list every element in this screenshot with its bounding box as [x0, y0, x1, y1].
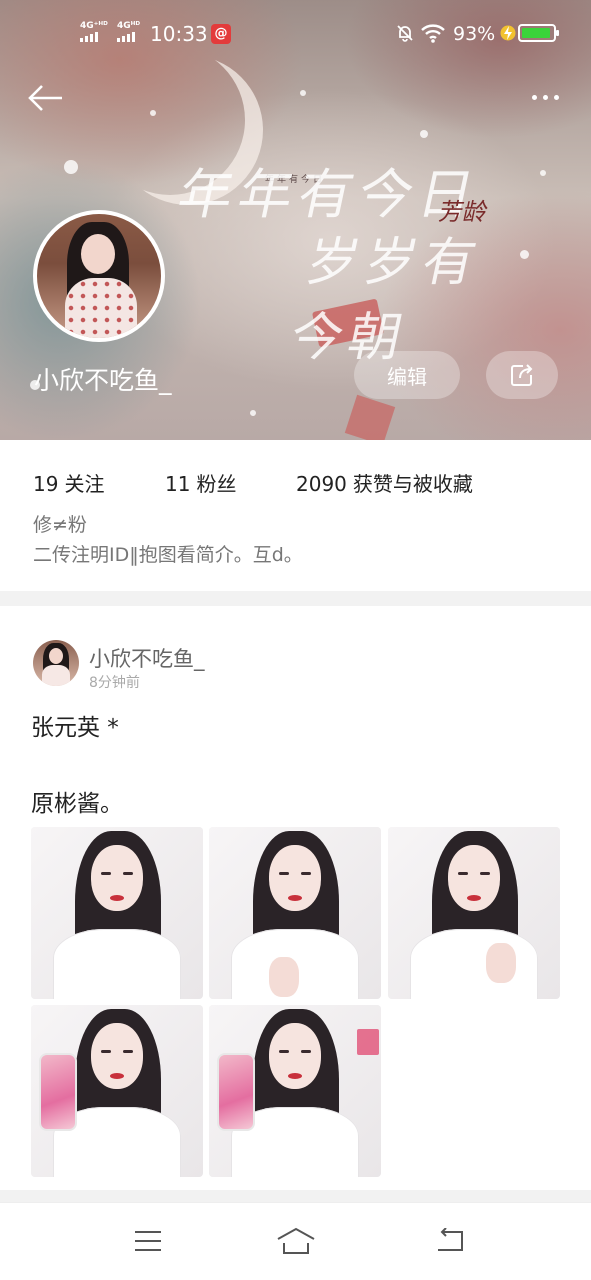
- post-photo[interactable]: [209, 1005, 381, 1177]
- likes-collections-count[interactable]: 2090 获赞与被收藏: [296, 468, 473, 497]
- post-photo[interactable]: [31, 827, 203, 999]
- app-notification-icon: @: [211, 24, 231, 44]
- section-divider: [0, 1190, 591, 1202]
- profile-stats: 19 关注 11 粉丝 2090 获赞与被收藏: [0, 468, 591, 498]
- post-text-line-2: 原彬酱。: [31, 791, 123, 817]
- cover-calligraphy-accent: 芳龄: [436, 198, 491, 226]
- network-type-label: 4Gᴴᴰ: [117, 21, 141, 31]
- home-icon: [277, 1227, 315, 1254]
- system-navigation-bar: [0, 1202, 591, 1280]
- stat-label: 关注: [64, 472, 105, 496]
- mute-bell-icon: [397, 25, 413, 42]
- post-author-avatar[interactable]: [33, 640, 79, 686]
- back-button[interactable]: [428, 1219, 472, 1263]
- menu-button[interactable]: [126, 1219, 170, 1263]
- snow-dot: [64, 160, 78, 174]
- wifi-icon: [421, 24, 445, 43]
- share-button[interactable]: [486, 351, 558, 399]
- back-return-icon: [438, 1228, 463, 1251]
- stat-count: 19: [33, 472, 59, 496]
- share-icon: [511, 364, 533, 386]
- profile-cover: 年年有今日 年年有今日 岁岁有今朝 芳龄 4G⁺ᴴᴰ 4Gᴴᴰ 10:33 @ …: [0, 0, 591, 440]
- followers-count[interactable]: 11 粉丝: [165, 468, 236, 497]
- stat-label: 粉丝: [196, 472, 237, 496]
- post-photo[interactable]: [388, 827, 560, 999]
- status-time: 10:33: [150, 22, 208, 46]
- post-author-name[interactable]: 小欣不吃鱼_: [89, 643, 205, 673]
- signal-icon: 4G⁺ᴴᴰ: [80, 22, 108, 42]
- profile-avatar[interactable]: [33, 210, 165, 342]
- battery-percent: 93%: [453, 23, 496, 45]
- cover-calligraphy-line-2: 岁岁有今朝: [284, 233, 488, 368]
- stat-count: 2090: [296, 472, 347, 496]
- snow-dot: [300, 90, 306, 96]
- post-photo[interactable]: [31, 1005, 203, 1177]
- charging-icon: [500, 25, 516, 41]
- profile-name: 小欣不吃鱼_: [34, 366, 172, 395]
- post-photo[interactable]: [209, 827, 381, 999]
- back-arrow-icon[interactable]: [22, 78, 66, 118]
- stat-label: 获赞与被收藏: [352, 472, 473, 496]
- snow-dot: [150, 110, 156, 116]
- post-text-line-1: 张元英 *: [31, 715, 119, 741]
- more-dots-icon[interactable]: [522, 82, 568, 112]
- bio-line-2: 二传注明ID‖抱图看简介。互d。: [33, 544, 303, 566]
- cover-calligraphy: 年年有今日 年年有今日 岁岁有今朝 芳龄: [170, 150, 530, 368]
- cover-moon-decoration: [95, 45, 245, 195]
- cover-red-block-decoration: [344, 394, 396, 440]
- battery-level-fill: [522, 28, 550, 38]
- post-timestamp: 8分钟前: [89, 675, 140, 691]
- cover-small-caption: 年年有今日: [265, 175, 326, 185]
- section-divider: [0, 591, 591, 606]
- bio-line-1: 修≠粉: [33, 514, 87, 536]
- menu-icon: [135, 1231, 161, 1251]
- home-button[interactable]: [274, 1219, 318, 1263]
- battery-icon: [518, 24, 559, 42]
- status-bar: 4G⁺ᴴᴰ 4Gᴴᴰ 10:33 @ 93%: [0, 0, 591, 66]
- cover-red-block-decoration: [311, 298, 385, 348]
- snow-dot: [250, 410, 256, 416]
- network-type-label: 4G⁺ᴴᴰ: [80, 21, 108, 31]
- edit-profile-button[interactable]: 编辑: [354, 351, 460, 399]
- following-count[interactable]: 19 关注: [33, 468, 104, 497]
- signal-icon: 4Gᴴᴰ: [117, 22, 140, 42]
- snow-dot: [520, 250, 529, 259]
- snow-dot: [540, 170, 546, 176]
- stat-count: 11: [165, 472, 191, 496]
- snow-dot: [420, 130, 428, 138]
